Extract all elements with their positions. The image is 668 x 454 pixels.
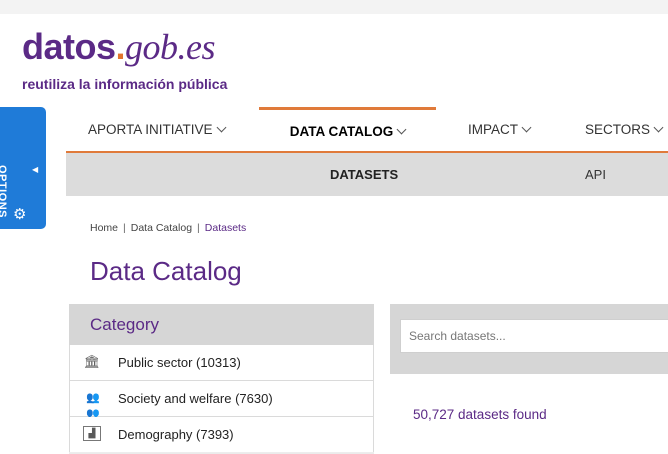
subnav-item-datasets[interactable]: DATASETS: [330, 153, 398, 196]
gear-icon[interactable]: ⚙: [13, 205, 26, 223]
breadcrumb: Home | Data Catalog | Datasets: [90, 222, 247, 234]
nav-item-impact[interactable]: IMPACT: [468, 107, 532, 151]
site-logo[interactable]: datos.gob.es: [22, 26, 216, 67]
search-panel: [390, 304, 668, 374]
chevron-down-icon: [396, 124, 407, 135]
population-chart-icon: ▟: [83, 426, 101, 441]
options-tab[interactable]: OPTIONS ◀ ⚙: [0, 107, 46, 229]
page: datos.gob.es reutiliza la información pú…: [0, 0, 668, 454]
chevron-down-icon: [216, 122, 226, 133]
nav-item-aporta-initiative[interactable]: APORTA INITIATIVE: [88, 107, 226, 151]
breadcrumb-data-catalog[interactable]: Data Catalog: [131, 222, 192, 234]
chevron-down-icon: [653, 122, 664, 133]
page-title: Data Catalog: [90, 256, 242, 286]
results-count: 50,727 datasets found: [413, 407, 547, 422]
top-shade: [0, 0, 668, 14]
breadcrumb-datasets: Datasets: [204, 222, 247, 234]
subnav-item-api[interactable]: API: [585, 153, 606, 196]
sub-nav: DATASETS API: [66, 153, 668, 196]
category-item-society-welfare[interactable]: 👥👥 Society and welfare (7630): [69, 381, 374, 420]
breadcrumb-home[interactable]: Home: [90, 222, 118, 234]
logo-tagline: reutiliza la información pública: [22, 76, 228, 92]
search-input[interactable]: [400, 319, 668, 353]
caret-left-icon[interactable]: ◀: [32, 165, 38, 174]
building-columns-icon: 🏛: [83, 354, 101, 369]
category-item-public-sector[interactable]: 🏛 Public sector (10313): [69, 345, 374, 381]
main-nav: APORTA INITIATIVE DATA CATALOG IMPACT SE…: [66, 107, 668, 153]
people-group-icon: 👥👥: [86, 392, 100, 420]
category-header: Category: [69, 304, 374, 345]
nav-item-sectors[interactable]: SECTORS: [585, 107, 664, 151]
nav-item-data-catalog[interactable]: DATA CATALOG: [259, 107, 436, 151]
options-label: OPTIONS: [0, 165, 8, 219]
category-item-demography[interactable]: ▟ Demography (7393): [69, 417, 374, 453]
chevron-down-icon: [521, 122, 532, 133]
logo-wordmark: datos.gob.es: [22, 26, 216, 67]
category-filter: Category 🏛 Public sector (10313) 👥👥 Soci…: [69, 304, 374, 454]
